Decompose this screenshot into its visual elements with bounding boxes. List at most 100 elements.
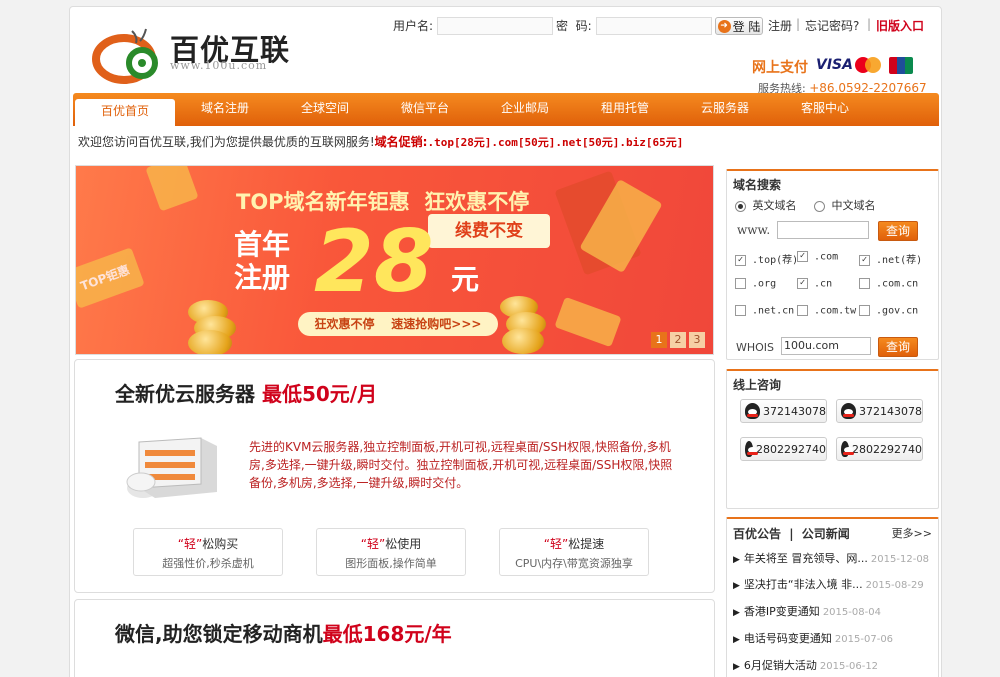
banner-page-2[interactable]: 2 (670, 332, 686, 348)
radio-chinese-domain[interactable] (814, 200, 825, 212)
cloud-title-text: 全新优云服务器 (115, 382, 255, 406)
page-container: 百优互联 www.100u.com 用户名: 密 码: ➜ 登 陆 注册 | 忘… (69, 6, 942, 677)
news-date: 2015-06-12 (819, 661, 879, 672)
nav-home[interactable]: 百优首页 (75, 99, 175, 126)
nav-global-hosting[interactable]: 全球空间 (275, 93, 375, 126)
promo-prices[interactable]: .top[28元].com[50元].net[50元].biz[65元] (427, 136, 683, 149)
qq-contact-button[interactable]: 2802292740 (740, 437, 827, 461)
cloud-title-price: 最低50元/月 (261, 382, 378, 406)
banner-ticket-decor (145, 166, 199, 212)
password-label: 密 码: (556, 19, 592, 33)
feature-title-rest: 松使用 (385, 537, 422, 551)
username-input[interactable] (437, 17, 553, 35)
news-item[interactable]: ▶ 电话号码变更通知 2015-07-06 (733, 630, 893, 646)
nav-rental-hosting[interactable]: 租用托管 (575, 93, 675, 126)
whois-label: WHOIS (736, 341, 775, 354)
divider: | (796, 17, 801, 31)
nav-customer-service[interactable]: 客服中心 (775, 93, 875, 126)
news-date: 2015-08-04 (822, 607, 881, 618)
online-consult-box: 线上咨询 372143078 372143078 2802292740 2802… (726, 369, 939, 509)
welcome-bar: 欢迎您访问百优互联,我们为您提供最优质的互联网服务!域名促销:.top[28元]… (78, 133, 683, 150)
unionpay-logo (889, 57, 913, 74)
feature-title: “轻”松提速 (500, 535, 648, 552)
news-title: 香港IP变更通知 (743, 605, 820, 618)
radio-english-domain[interactable] (735, 200, 746, 212)
news-more-link[interactable]: 更多>> (892, 525, 932, 541)
radio-english-label: 英文域名 (752, 199, 797, 212)
news-date: 2015-08-29 (865, 580, 924, 591)
feature-sub: 超强性价,秒杀虚机 (162, 557, 254, 570)
feature-highlight: “轻” (543, 537, 569, 551)
nav-domain-register[interactable]: 域名注册 (175, 93, 275, 126)
tld-checkbox[interactable]: ✓ (859, 254, 870, 266)
banner-cta: 狂欢惠不停 速速抢购吧>>> (298, 312, 498, 336)
login-arrow-icon: ➜ (717, 19, 731, 33)
tld-checkbox[interactable]: ✓ (735, 254, 746, 266)
qq-contact-button[interactable]: 372143078 (836, 399, 923, 423)
domain-input[interactable] (777, 221, 869, 239)
tld-checkbox[interactable] (859, 278, 870, 289)
banner-page-1[interactable]: 1 (651, 332, 667, 348)
tld-checkbox[interactable]: ✓ (797, 278, 808, 289)
banner-ribbon: 续费不变 (428, 214, 550, 248)
feature-buy[interactable]: “轻”松购买 超强性价,秒杀虚机 (133, 528, 283, 576)
qq-number: 372143078 (763, 404, 826, 418)
old-version-link[interactable]: 旧版入口 (876, 17, 924, 37)
news-arrow-icon: ▶ (733, 555, 740, 565)
wechat-title: 微信,助您锁定移动商机最低168元/年 (115, 618, 452, 647)
tab-company-news[interactable]: 公司新闻 (802, 527, 850, 541)
coin-decor (502, 328, 544, 354)
news-title: 6月促销大活动 (743, 659, 817, 672)
qq-contact-button[interactable]: 372143078 (740, 399, 827, 423)
tld-checkbox[interactable] (797, 305, 808, 316)
server-image (126, 437, 217, 498)
news-title: 电话号码变更通知 (743, 632, 832, 645)
welcome-text: 欢迎您访问百优互联,我们为您提供最优质的互联网服务! (78, 135, 375, 149)
news-item[interactable]: ▶ 6月促销大活动 2015-06-12 (733, 657, 878, 673)
feature-use[interactable]: “轻”松使用 图形面板,操作简单 (316, 528, 466, 576)
news-date: 2015-12-08 (870, 554, 930, 565)
login-button[interactable]: ➜ 登 陆 (715, 17, 763, 35)
cloud-title: 全新优云服务器 最低50元/月 (115, 378, 377, 407)
qq-icon (841, 441, 854, 457)
coin-decor (188, 330, 232, 354)
nav-cloud-server[interactable]: 云服务器 (675, 93, 775, 126)
tld-checkbox[interactable] (859, 305, 870, 316)
www-label: www. (737, 223, 771, 237)
register-link[interactable]: 注册 (768, 17, 792, 37)
qq-number: 2802292740 (756, 442, 826, 456)
login-button-label: 登 陆 (732, 19, 761, 34)
banner-unit: 元 (451, 263, 480, 296)
qq-contact-button[interactable]: 2802292740 (836, 437, 923, 461)
online-consult-title: 线上咨询 (733, 378, 782, 392)
news-item[interactable]: ▶ 年关将至 冒充领导、网... 2015-12-08 (733, 550, 929, 566)
news-item[interactable]: ▶ 香港IP变更通知 2015-08-04 (733, 603, 881, 619)
tld-checkbox[interactable]: ✓ (797, 251, 808, 262)
tld-label: .gov.cn (876, 305, 919, 317)
nav-wechat-platform[interactable]: 微信平台 (375, 93, 475, 126)
cloud-description: 先进的KVM云服务器,独立控制面板,开机可视,远程桌面/SSH权限,快照备份,多… (249, 440, 673, 490)
qq-icon (745, 441, 758, 457)
domain-query-button[interactable]: 查询 (878, 221, 918, 241)
feature-speed[interactable]: “轻”松提速 CPU\内存\带宽资源独享 (499, 528, 649, 576)
forgot-password-link[interactable]: 忘记密码? (805, 17, 859, 37)
news-item[interactable]: ▶ 坚决打击“非法入境 非... 2015-08-29 (733, 576, 924, 592)
news-arrow-icon: ▶ (733, 662, 740, 672)
domain-search-box: 域名搜索 英文域名 中文域名 www. 查询 ✓ .top(荐) ✓ .com … (726, 169, 939, 360)
nav-enterprise-mail[interactable]: 企业邮局 (475, 93, 575, 126)
radio-chinese-label: 中文域名 (831, 199, 876, 212)
news-arrow-icon: ▶ (733, 635, 740, 645)
news-tabs: 百优公告 | 公司新闻 (733, 525, 850, 542)
qq-number: 2802292740 (852, 442, 922, 456)
tld-checkbox[interactable] (735, 278, 746, 289)
promo-banner[interactable]: TOP钜惠 TOP域名新年钜惠 狂欢惠不停 续费不变 首年 注册 28 元 狂欢… (75, 165, 714, 355)
banner-page-3[interactable]: 3 (689, 332, 705, 348)
tld-checkbox[interactable] (735, 305, 746, 316)
cloud-server-section: 全新优云服务器 最低50元/月 先进的KVM云服务器,独立控制面板,开机可视,远… (74, 359, 715, 593)
tab-announcements[interactable]: 百优公告 (733, 527, 781, 541)
whois-input[interactable]: 100u.com (781, 337, 871, 355)
promo-label: 域名促销: (374, 135, 428, 149)
feature-title: “轻”松购买 (134, 535, 282, 552)
whois-query-button[interactable]: 查询 (878, 337, 918, 357)
password-input[interactable] (596, 17, 712, 35)
